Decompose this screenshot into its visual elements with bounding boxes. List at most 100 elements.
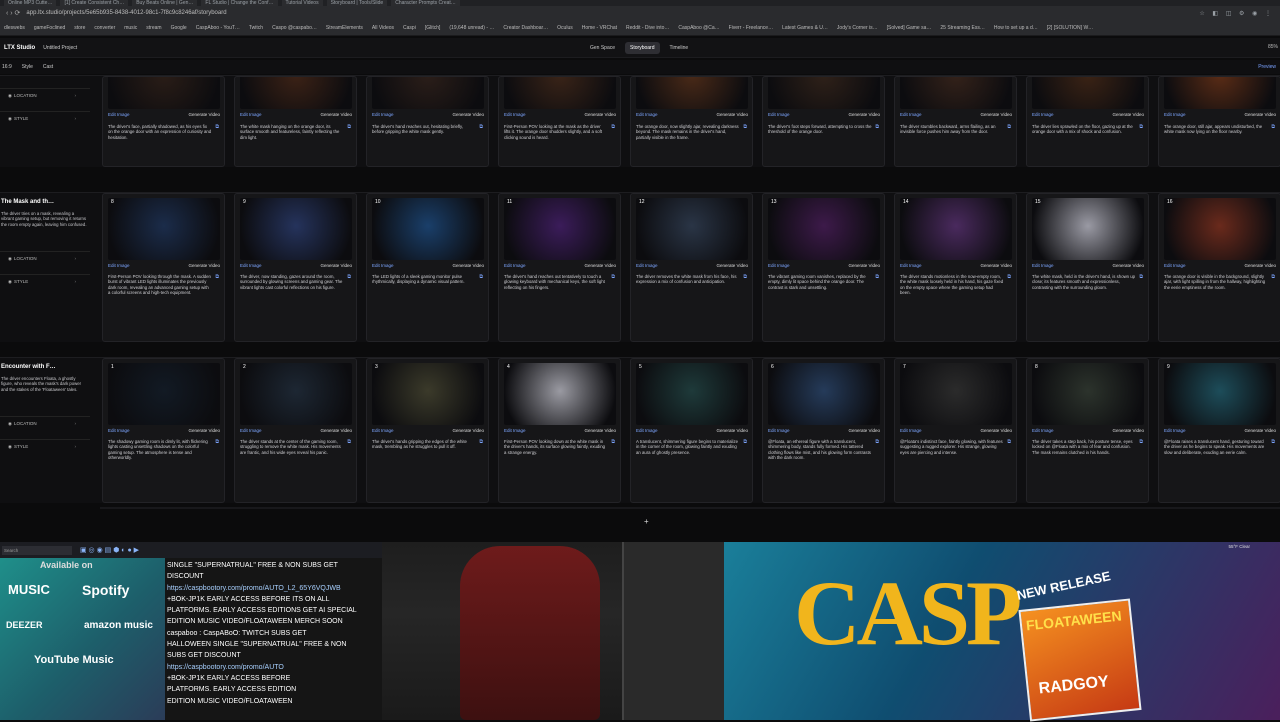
shot-thumbnail[interactable] [504,77,616,109]
shot-card[interactable]: 6 Edit Image Generate Video @Floata, an eth… [762,358,885,503]
copy-icon[interactable]: ⧉ [1271,439,1275,445]
shot-description[interactable]: The driver's hands gripping the edges of… [372,439,476,450]
generate-video-button[interactable]: Generate Video [981,112,1012,117]
chevron-right-icon[interactable]: › [75,444,77,449]
shot-card[interactable]: Edit Image Generate Video First-Person POV… [498,76,621,167]
generate-video-button[interactable]: Generate Video [1113,112,1144,117]
shot-card[interactable]: Edit Image Generate Video The driver's fac… [102,76,225,167]
app-logo[interactable]: LTX Studio [4,45,35,51]
edit-image-button[interactable]: Edit Image [108,263,130,268]
copy-icon[interactable]: ⧉ [479,124,483,130]
bookmark-item[interactable]: store [74,25,85,31]
shot-thumbnail[interactable] [372,77,484,109]
shot-thumbnail[interactable] [636,363,748,425]
edit-image-button[interactable]: Edit Image [636,263,658,268]
shot-card[interactable]: Edit Image Generate Video The driver lies … [1026,76,1149,167]
copy-icon[interactable]: ⧉ [611,439,615,445]
edit-image-button[interactable]: Edit Image [372,428,394,433]
copy-icon[interactable]: ⧉ [743,124,747,130]
bookmark-item[interactable]: stream [146,25,161,31]
project-name[interactable]: Untitled Project [43,45,77,51]
bookmark-item[interactable]: music [124,25,137,31]
shot-card[interactable]: 8 Edit Image Generate Video First-Person PO… [102,193,225,342]
shot-description[interactable]: The driver takes a step back, his postur… [1032,439,1136,455]
bookmark-item[interactable]: [Glitch] [425,25,441,31]
edit-image-button[interactable]: Edit Image [108,112,130,117]
shot-description[interactable]: The driver lies sprawled on the floor, g… [1032,124,1136,135]
generate-video-button[interactable]: Generate Video [189,428,220,433]
shot-thumbnail[interactable] [1164,198,1276,260]
copy-icon[interactable]: ⧉ [1139,124,1143,130]
generate-video-button[interactable]: Generate Video [585,112,616,117]
generate-video-button[interactable]: Generate Video [585,263,616,268]
copy-icon[interactable]: ⧉ [1007,439,1011,445]
shot-description[interactable]: The LED lights of a sleek gaming monitor… [372,274,476,285]
tab-storyboard[interactable]: Storyboard [625,42,660,54]
scene-location-field[interactable]: ◉ LOCATION › [0,88,90,102]
shot-card[interactable]: 1 Edit Image Generate Video The shadowy gam… [102,358,225,503]
shot-card[interactable]: 7 Edit Image Generate Video @Floata's indis… [894,358,1017,503]
bookmark-item[interactable]: gameFoclined [34,25,65,31]
edit-image-button[interactable]: Edit Image [1032,263,1054,268]
chevron-right-icon[interactable]: › [75,116,77,121]
shot-description[interactable]: The shadowy gaming room is dimly lit, wi… [108,439,212,461]
shot-thumbnail[interactable] [768,77,880,109]
shot-thumbnail[interactable] [1032,77,1144,109]
edit-image-button[interactable]: Edit Image [900,112,922,117]
bookmark-item[interactable]: Twitch [249,25,263,31]
bookmark-item[interactable]: dleswebs [4,25,25,31]
edit-image-button[interactable]: Edit Image [504,428,526,433]
shot-description[interactable]: First-Person POV looking down at the whi… [504,439,608,455]
edit-image-button[interactable]: Edit Image [900,428,922,433]
edit-image-button[interactable]: Edit Image [1164,428,1186,433]
shot-card[interactable]: Edit Image Generate Video The driver's han… [366,76,489,167]
generate-video-button[interactable]: Generate Video [321,112,352,117]
shot-description[interactable]: The driver's face, partially shadowed, a… [108,124,212,140]
bookmark-item[interactable]: Fiverr - Freelance… [729,25,773,31]
shot-thumbnail[interactable] [636,198,748,260]
shot-description[interactable]: First-Person POV looking at the mask as … [504,124,608,140]
shot-card[interactable]: 9 Edit Image Generate Video The driver, now… [234,193,357,342]
shot-thumbnail[interactable] [900,77,1012,109]
edit-image-button[interactable]: Edit Image [372,263,394,268]
shot-description[interactable]: A translucent, shimmering figure begins … [636,439,740,455]
shot-description[interactable]: The vibrant gaming room vanishes, replac… [768,274,872,290]
bookmark-item[interactable]: Latest Games & U… [782,25,828,31]
copy-icon[interactable]: ⧉ [611,274,615,280]
generate-video-button[interactable]: Generate Video [453,263,484,268]
shot-thumbnail[interactable] [108,363,220,425]
shot-description[interactable]: The white mask, held in the driver's han… [1032,274,1136,290]
copy-icon[interactable]: ⧉ [215,124,219,130]
scene-style-field[interactable]: ◉ STYLE › [0,439,90,453]
shot-description[interactable]: The orange door is visible in the backgr… [1164,274,1268,290]
copy-icon[interactable]: ⧉ [347,274,351,280]
shot-description[interactable]: The driver's foot steps forward, attempt… [768,124,872,135]
copy-icon[interactable]: ⧉ [215,274,219,280]
generate-video-button[interactable]: Generate Video [189,112,220,117]
generate-video-button[interactable]: Generate Video [453,112,484,117]
bookmark-item[interactable]: CaspAboo @Ca… [678,25,719,31]
edit-image-button[interactable]: Edit Image [240,112,262,117]
scene-style-field[interactable]: ◉ STYLE › [0,111,90,125]
copy-icon[interactable]: ⧉ [743,274,747,280]
shot-thumbnail[interactable] [900,363,1012,425]
bookmark-item[interactable]: 25 Streaming Ess… [940,25,984,31]
shot-thumbnail[interactable] [768,363,880,425]
shot-thumbnail[interactable] [240,77,352,109]
shot-thumbnail[interactable] [372,363,484,425]
shot-description[interactable]: The driver's hand reaches out tentativel… [504,274,608,290]
generate-video-button[interactable]: Generate Video [981,428,1012,433]
style-button[interactable]: Style [22,64,33,70]
bookmark-item[interactable]: Caspi [403,25,416,31]
shot-description[interactable]: The white mask hanging on the orange doo… [240,124,344,140]
shot-card[interactable]: 14 Edit Image Generate Video The driver sta… [894,193,1017,342]
taskbar-search[interactable]: Search [2,545,72,555]
shot-card[interactable]: 12 Edit Image Generate Video The driver rem… [630,193,753,342]
bookmark-item[interactable]: (19,648 unread) - … [449,25,494,31]
generate-video-button[interactable]: Generate Video [1245,263,1276,268]
bookmark-item[interactable]: Caspo @caspabo… [272,25,317,31]
generate-video-button[interactable]: Generate Video [321,428,352,433]
shot-thumbnail[interactable] [1032,198,1144,260]
copy-icon[interactable]: ⧉ [611,124,615,130]
copy-icon[interactable]: ⧉ [875,439,879,445]
